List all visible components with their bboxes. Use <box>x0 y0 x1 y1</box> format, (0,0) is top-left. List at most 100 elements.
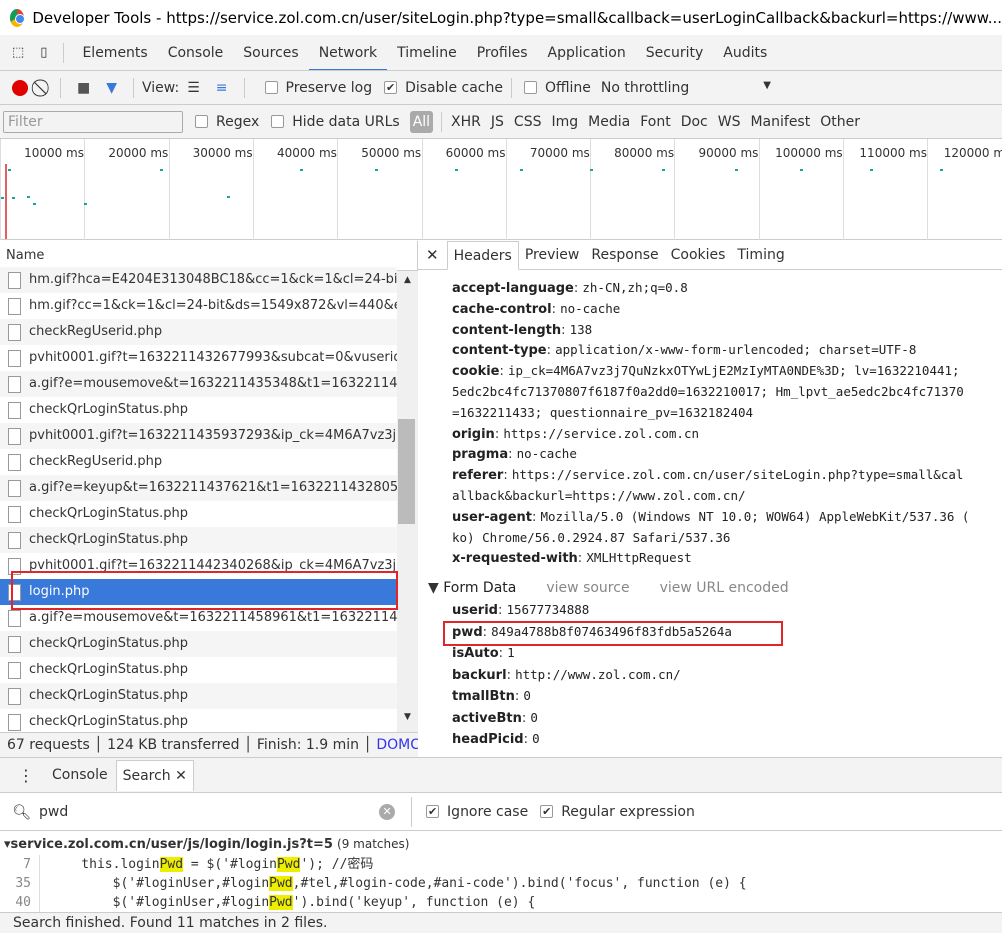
request-row[interactable]: checkQrLoginStatus.php <box>0 709 397 732</box>
type-filter-doc[interactable]: Doc <box>676 114 713 130</box>
tab-elements[interactable]: Elements <box>72 35 157 70</box>
throttling-select[interactable]: No throttling ▼ <box>601 80 771 96</box>
view-source-link[interactable]: view source <box>546 580 629 596</box>
type-filter-img[interactable]: Img <box>546 114 583 130</box>
chrome-logo-icon <box>10 8 26 27</box>
result-file[interactable]: ▾service.zol.com.cn/user/js/login/login.… <box>4 837 409 852</box>
request-bar <box>12 197 15 199</box>
timeline-tick: 50000 ms <box>337 139 421 240</box>
view-url-encoded-link[interactable]: view URL encoded <box>660 580 789 596</box>
preserve-log-checkbox[interactable] <box>264 81 278 94</box>
tab-audits[interactable]: Audits <box>713 35 777 70</box>
header-name: pragma <box>452 447 509 463</box>
result-line[interactable]: 40 $('#loginUser,#loginPwd').bind('keyup… <box>0 893 1002 912</box>
filter-icon[interactable]: ▼ <box>106 80 117 96</box>
form-field: userid: 15677734888 <box>452 602 590 618</box>
tab-headers[interactable]: Headers <box>446 241 519 270</box>
request-row[interactable]: checkRegUserid.php <box>0 319 397 345</box>
filter-input[interactable]: Filter <box>3 110 183 133</box>
type-filter-css[interactable]: CSS <box>509 114 547 130</box>
record-icon[interactable] <box>12 79 28 96</box>
inspect-element-icon[interactable]: ⬚ <box>12 45 24 60</box>
form-field-value: http://www.zol.com.cn/ <box>515 666 681 682</box>
tab-timeline[interactable]: Timeline <box>387 35 467 70</box>
type-filter-font[interactable]: Font <box>635 114 675 130</box>
tab-preview[interactable]: Preview <box>519 241 586 270</box>
file-icon <box>8 662 21 679</box>
network-status-bar: 67 requests │ 124 KB transferred │ Finis… <box>0 732 418 757</box>
type-filter-xhr[interactable]: XHR <box>446 114 486 130</box>
window-title: Developer Tools - https://service.zol.co… <box>32 8 1002 27</box>
tab-application[interactable]: Application <box>538 35 636 70</box>
network-overview-timeline[interactable]: 10000 ms 20000 ms 30000 ms 40000 ms 50000 ms… <box>0 139 1002 240</box>
scrollbar-thumb[interactable] <box>398 419 415 524</box>
request-row[interactable]: checkQrLoginStatus.php <box>0 683 397 709</box>
type-filter-media[interactable]: Media <box>583 114 635 130</box>
regex-checkbox[interactable]: ✔ <box>540 805 554 818</box>
drawer-tab-console[interactable]: Console <box>44 761 116 790</box>
close-icon[interactable]: ✕ <box>175 768 187 784</box>
tab-response[interactable]: Response <box>585 241 664 270</box>
header-line: content-type: application/x-www-form-url… <box>452 342 917 359</box>
tab-timing[interactable]: Timing <box>731 241 790 270</box>
request-bar <box>1 197 4 199</box>
request-row[interactable]: checkQrLoginStatus.php <box>0 527 397 553</box>
scroll-down-icon[interactable]: ▼ <box>397 712 418 722</box>
search-tab-label: Search <box>122 767 171 784</box>
result-line[interactable]: 35 $('#loginUser,#loginPwd,#tel,#login-c… <box>0 874 1002 893</box>
capture-screenshots-icon[interactable]: ■ <box>77 80 90 96</box>
result-line[interactable]: 7 this.loginPwd = $('#loginPwd'); //密码 <box>0 855 1002 874</box>
request-bar <box>84 203 87 205</box>
form-data-section[interactable]: ▼ Form Data view source view URL encoded <box>428 578 789 598</box>
type-filter-js[interactable]: JS <box>486 114 509 130</box>
request-row[interactable]: checkRegUserid.php <box>0 449 397 475</box>
close-icon[interactable]: ✕ <box>418 246 447 264</box>
tab-console[interactable]: Console <box>158 35 234 70</box>
type-filter-ws[interactable]: WS <box>713 114 746 130</box>
drawer-tab-search[interactable]: Search ✕ <box>115 759 194 791</box>
request-name: checkQrLoginStatus.php <box>29 688 189 703</box>
timeline-tick: 10000 ms <box>0 139 84 240</box>
tab-network[interactable]: Network <box>308 35 388 70</box>
type-filter-other[interactable]: Other <box>815 114 865 130</box>
device-toolbar-icon[interactable]: ▯ <box>40 45 47 60</box>
request-list-scrollbar[interactable]: ▲ ▼ <box>397 271 418 732</box>
ignore-case-label: Ignore case <box>447 803 529 820</box>
offline-checkbox[interactable] <box>523 81 537 94</box>
regex-checkbox[interactable] <box>195 115 208 128</box>
disable-cache-checkbox[interactable]: ✔ <box>384 81 398 94</box>
request-row[interactable]: a.gif?e=mousemove&t=1632211435348&t1=163… <box>0 371 397 397</box>
type-filter-manifest[interactable]: Manifest <box>745 114 815 130</box>
request-row[interactable]: pvhit0001.gif?t=1632211432677993&subcat=… <box>0 345 397 371</box>
match-highlight: Pwd <box>159 857 184 872</box>
request-name: pvhit0001.gif?t=1632211432677993&subcat=… <box>29 350 397 365</box>
request-row[interactable]: checkQrLoginStatus.php <box>0 501 397 527</box>
list-view-icon[interactable]: ☰ <box>187 80 200 96</box>
tab-sources[interactable]: Sources <box>233 35 308 70</box>
ignore-case-checkbox[interactable]: ✔ <box>426 805 440 818</box>
regex-label: Regular expression <box>561 803 695 820</box>
form-field: activeBtn: 0 <box>452 709 538 726</box>
clear-search-icon[interactable]: ✕ <box>379 803 396 820</box>
request-row[interactable]: checkQrLoginStatus.php <box>0 657 397 683</box>
tab-security[interactable]: Security <box>636 35 714 70</box>
form-field-name: userid <box>452 603 498 618</box>
code-text: '); //密码 <box>300 857 374 872</box>
request-row[interactable]: hm.gif?hca=E4204E313048BC18&cc=1&ck=1&cl… <box>0 267 397 293</box>
request-row[interactable]: checkQrLoginStatus.php <box>0 397 397 423</box>
request-row[interactable]: pvhit0001.gif?t=1632211435937293&ip_ck=4… <box>0 423 397 449</box>
tab-profiles[interactable]: Profiles <box>467 35 538 70</box>
scroll-up-icon[interactable]: ▲ <box>397 275 418 285</box>
search-input[interactable]: pwd <box>39 804 379 820</box>
type-filter-all[interactable]: All <box>409 110 434 133</box>
waterfall-view-icon[interactable]: ≡ <box>216 80 228 96</box>
hide-data-urls-checkbox[interactable] <box>271 115 285 128</box>
drawer-menu-icon[interactable]: ⋮ <box>0 766 44 785</box>
request-row[interactable]: a.gif?e=keyup&t=1632211437621&t1=1632211… <box>0 475 397 501</box>
tab-cookies[interactable]: Cookies <box>665 241 732 270</box>
line-number: 35 <box>0 874 40 893</box>
request-bar <box>455 169 458 171</box>
file-icon <box>8 324 21 341</box>
request-row[interactable]: hm.gif?cc=1&ck=1&cl=24-bit&ds=1549x872&v… <box>0 293 397 319</box>
request-row[interactable]: checkQrLoginStatus.php <box>0 631 397 657</box>
